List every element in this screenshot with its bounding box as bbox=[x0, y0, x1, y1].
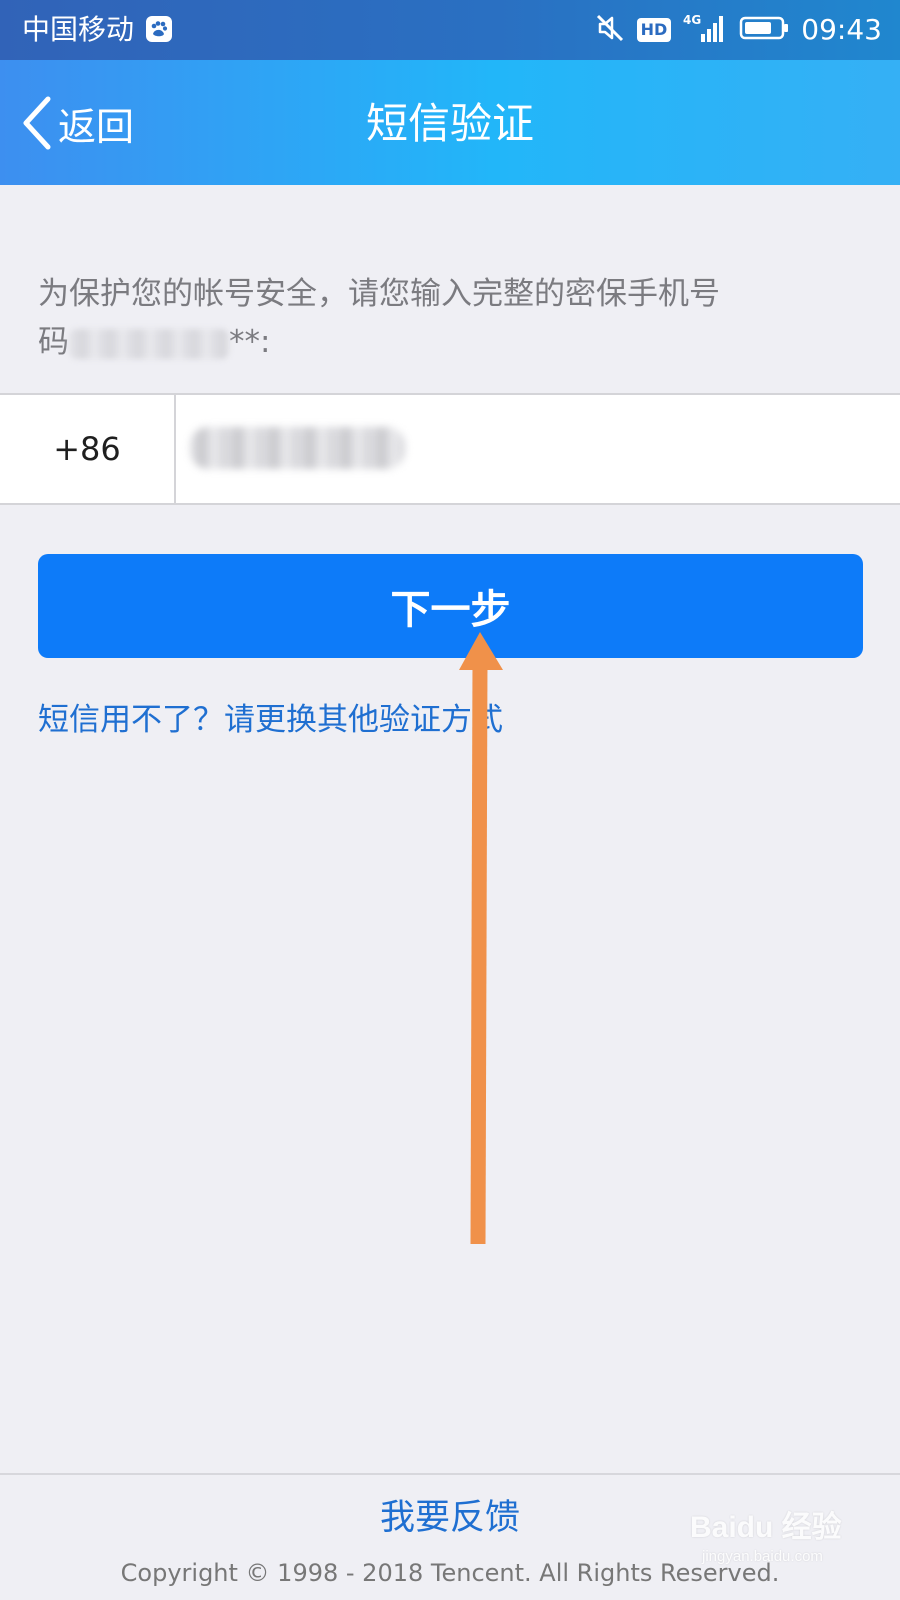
hd-badge: HD bbox=[636, 18, 672, 42]
mute-icon bbox=[595, 13, 625, 47]
network-type-label: 4G bbox=[683, 13, 701, 27]
carrier-label: 中国移动 bbox=[22, 13, 135, 46]
verification-hint: 为保护您的帐号安全，请您输入完整的密保手机号 码 **: bbox=[38, 270, 858, 366]
hint-suffix: **: bbox=[229, 324, 271, 360]
watermark-brand: Baidu 经验 bbox=[690, 1511, 842, 1544]
page-title: 短信验证 bbox=[365, 99, 534, 148]
footer-divider bbox=[0, 1473, 900, 1475]
watermark-url: jingyan.baidu.com bbox=[702, 1548, 823, 1565]
next-step-button[interactable]: 下一步 bbox=[38, 554, 863, 658]
annotation-arrow bbox=[459, 632, 503, 1245]
sms-verification-screen: 中国移动 HD 4G 09:43 返回 短信验证 为保护您的帐号安全，请您输入完… bbox=[0, 0, 900, 1600]
masked-phone-number bbox=[69, 328, 229, 359]
clock: 09:43 bbox=[801, 13, 882, 46]
phone-input-row: +86 bbox=[0, 393, 900, 505]
baidu-paw-icon bbox=[146, 16, 172, 42]
navigation-bar: 返回 短信验证 bbox=[0, 60, 900, 185]
status-icons: HD 4G 09:43 bbox=[595, 10, 882, 50]
status-bar: 中国移动 HD 4G 09:43 bbox=[0, 0, 900, 60]
country-code-selector[interactable]: +86 bbox=[0, 395, 176, 503]
signal-icon: 4G bbox=[683, 12, 727, 48]
hint-line-2: 码 bbox=[38, 324, 69, 360]
hint-line-1: 为保护您的帐号安全，请您输入完整的密保手机号 bbox=[38, 276, 720, 312]
battery-icon bbox=[739, 14, 789, 46]
baidu-jingyan-watermark: Baidu 经验 jingyan.baidu.com bbox=[690, 1500, 860, 1580]
phone-number-input[interactable] bbox=[178, 395, 878, 503]
alternative-verification-link[interactable]: 短信用不了？请更换其他验证方式 bbox=[38, 696, 503, 744]
